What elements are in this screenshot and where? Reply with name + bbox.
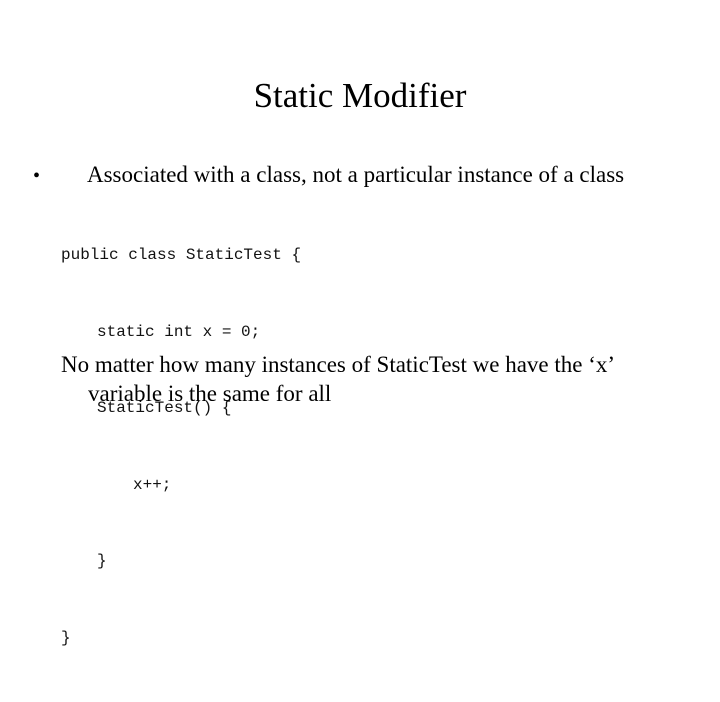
note-line-2: variable is the same for all	[88, 381, 332, 406]
code-line-constructor-close: }	[97, 552, 107, 570]
bullet-text: Associated with a class, not a particula…	[87, 162, 625, 187]
note-line-1: No matter how many instances of StaticTe…	[61, 352, 616, 377]
slide: Static Modifier • Associated with a class…	[0, 0, 720, 647]
bullet-icon: •	[33, 165, 41, 187]
code-line-field: static int x = 0;	[97, 322, 261, 341]
slide-title: Static Modifier	[253, 76, 467, 115]
code-line-class-decl: public class StaticTest {	[61, 246, 302, 264]
code-block: public class StaticTest { static int x =…	[61, 192, 301, 702]
code-line-increment: x++;	[133, 475, 172, 494]
code-line-class-close: }	[61, 628, 71, 647]
bullet-item: • Associated with a class, not a particul…	[33, 160, 624, 191]
note-paragraph: No matter how many instances of StaticTe…	[61, 350, 681, 408]
